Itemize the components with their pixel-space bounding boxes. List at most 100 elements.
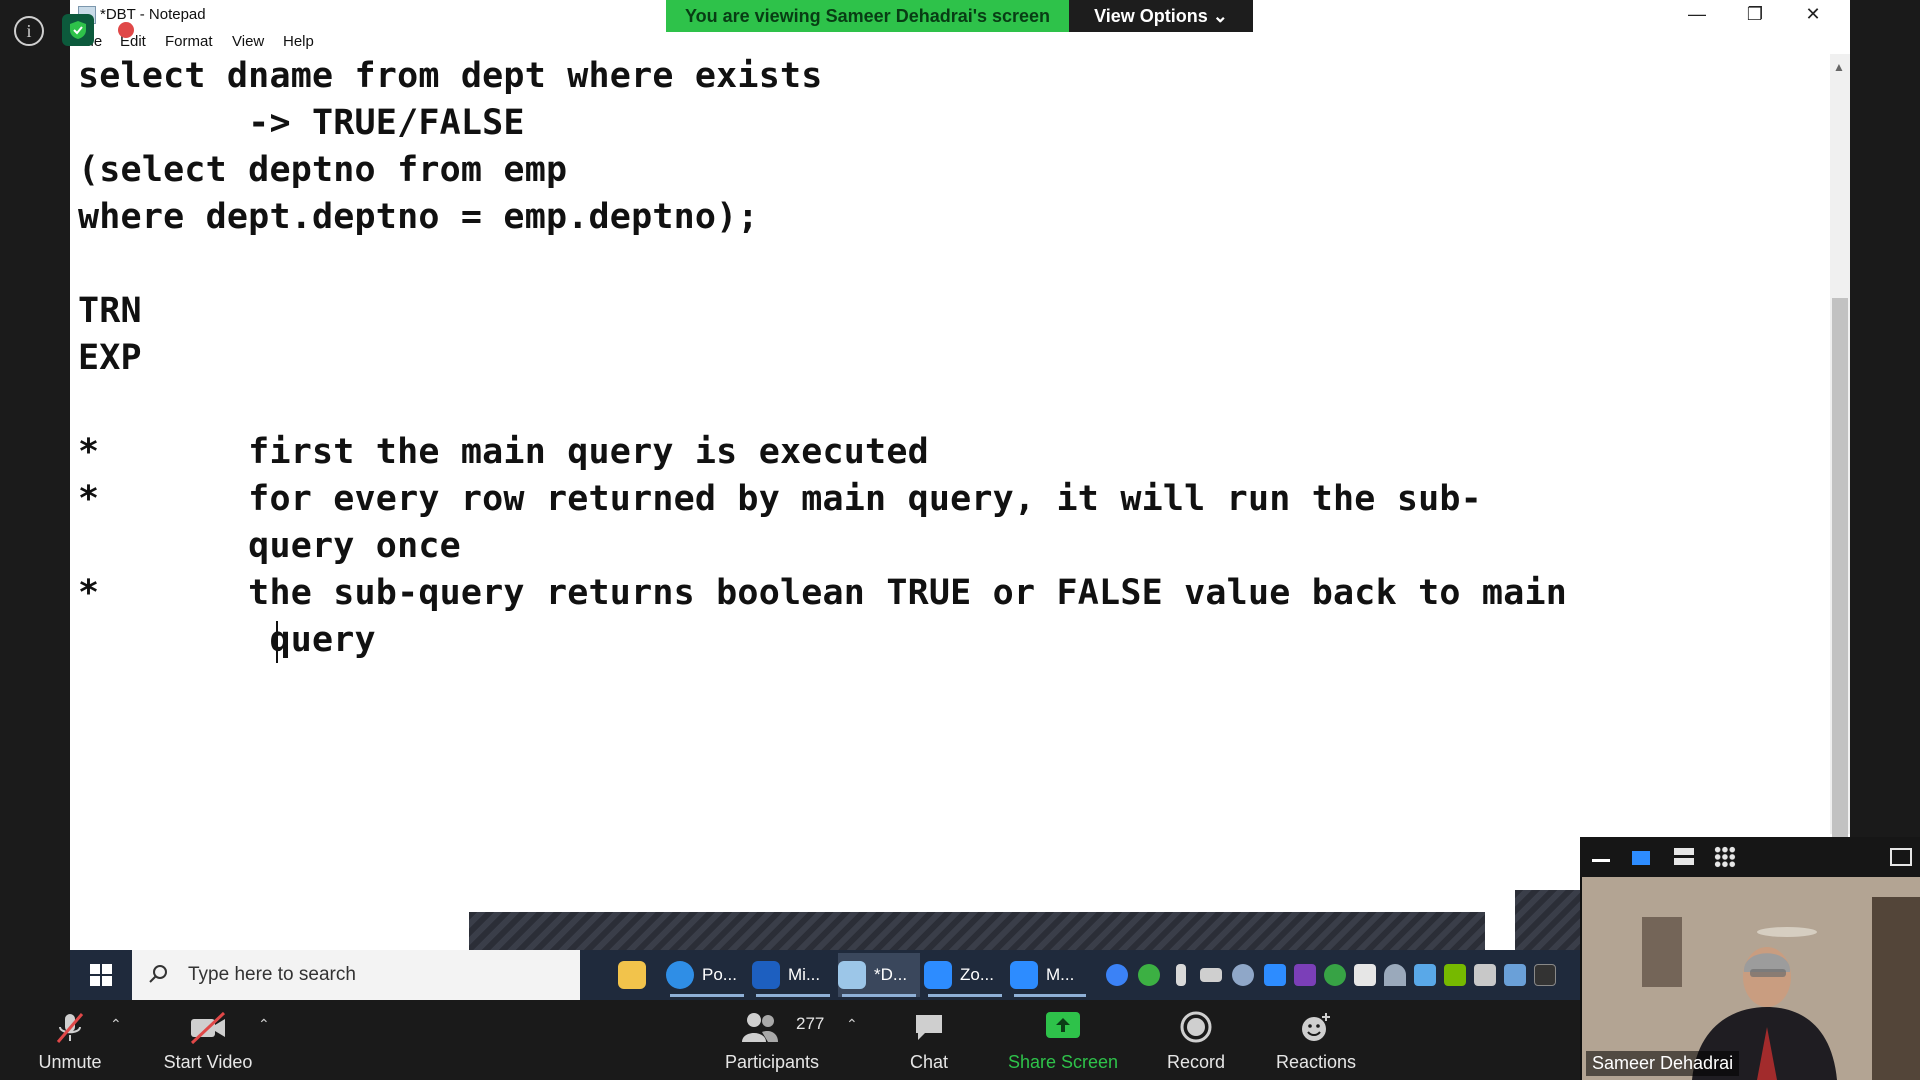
info-icon[interactable]: i bbox=[14, 16, 44, 46]
video-off-icon bbox=[190, 1011, 226, 1045]
app-tray-icon[interactable] bbox=[1534, 964, 1556, 986]
notepad-menubar: File Edit Format View Help bbox=[70, 30, 1850, 54]
notepad-text-area[interactable]: select dname from dept where exists -> T… bbox=[70, 54, 1836, 1000]
minimize-button[interactable]: — bbox=[1668, 0, 1726, 30]
chat-label: Chat bbox=[909, 1052, 949, 1072]
minimize-video-icon[interactable] bbox=[1592, 859, 1610, 862]
search-icon bbox=[149, 965, 167, 983]
wifi-icon[interactable] bbox=[1384, 964, 1406, 986]
reactions-label: Reactions bbox=[1275, 1052, 1357, 1072]
participants-button[interactable]: 277 Participants bbox=[712, 1000, 832, 1080]
view-options-button[interactable]: View Options ⌄ bbox=[1069, 0, 1253, 32]
display-icon[interactable] bbox=[1474, 964, 1496, 986]
video-thumbnail-panel: Sameer Dehadrai bbox=[1580, 837, 1920, 1080]
taskbar-app-label: M... bbox=[1046, 965, 1075, 984]
scroll-up-icon[interactable]: ▲ bbox=[1833, 60, 1845, 74]
text-line: select dname from dept where exists bbox=[78, 56, 823, 96]
text-line: query once bbox=[78, 526, 461, 566]
pen-icon[interactable] bbox=[1504, 964, 1526, 986]
onenote-icon[interactable] bbox=[1294, 964, 1316, 986]
audio-options-chevron-icon[interactable]: ⌃ bbox=[110, 1016, 122, 1033]
share-screen-label: Share Screen bbox=[1007, 1052, 1119, 1072]
text-line: where dept.deptno = emp.deptno); bbox=[78, 197, 759, 237]
taskbar-app-label: *D... bbox=[874, 965, 908, 984]
zoom-meeting-window: i *DBT - Notepad — ❐ ✕ File Edit Format … bbox=[0, 0, 1920, 1080]
share-screen-icon bbox=[1046, 1012, 1080, 1038]
text-line: * first the main query is executed bbox=[78, 432, 929, 472]
left-strip: i bbox=[0, 0, 70, 1000]
share-screen-button[interactable]: Share Screen bbox=[1003, 1000, 1123, 1080]
taskbar-app-button[interactable]: Po... bbox=[666, 953, 748, 997]
reactions-smiley-icon bbox=[1302, 1013, 1330, 1041]
screen-share-banner: You are viewing Sameer Dehadrai's screen bbox=[666, 0, 1069, 32]
participants-icon bbox=[742, 1013, 778, 1042]
exit-minimized-icon[interactable] bbox=[1890, 848, 1912, 866]
taskbar-app-button[interactable]: *D... bbox=[838, 953, 920, 997]
notepad-title: *DBT - Notepad bbox=[100, 6, 206, 23]
hidden-area-pattern bbox=[1515, 890, 1580, 950]
taskbar-app-button[interactable]: M... bbox=[1010, 953, 1090, 997]
taskbar-search-box[interactable]: Type here to search bbox=[132, 950, 580, 1000]
speaker-strip-view-icon[interactable] bbox=[1674, 848, 1694, 866]
menu-view[interactable]: View bbox=[232, 33, 264, 50]
taskbar-app-label: Po... bbox=[702, 965, 737, 984]
participants-count: 277 bbox=[796, 1014, 825, 1033]
menu-help[interactable]: Help bbox=[283, 33, 314, 50]
taskbar-app-button[interactable]: Mi... bbox=[752, 953, 834, 997]
text-line: TRN bbox=[78, 291, 142, 331]
recording-indicator-icon bbox=[118, 22, 134, 38]
help-icon[interactable] bbox=[1106, 964, 1128, 986]
participants-label: Participants bbox=[724, 1052, 820, 1072]
vertical-scrollbar[interactable]: ▲ bbox=[1830, 54, 1850, 838]
windows-start-button[interactable] bbox=[70, 950, 132, 1000]
chat-icon bbox=[916, 1015, 942, 1040]
restore-button[interactable]: ❐ bbox=[1726, 0, 1784, 30]
battery-icon[interactable] bbox=[1200, 968, 1222, 982]
start-video-button[interactable]: Start Video bbox=[148, 1000, 268, 1080]
sync-icon[interactable] bbox=[1324, 964, 1346, 986]
chat-button[interactable]: Chat bbox=[889, 1000, 969, 1080]
checkmark-icon[interactable] bbox=[1138, 964, 1160, 986]
text-line: query bbox=[78, 620, 376, 660]
windows-logo-icon bbox=[90, 964, 112, 986]
windows-taskbar: Type here to search Po... Mi... *D... Zo… bbox=[70, 950, 1580, 1000]
participant-video-frame bbox=[1582, 877, 1920, 1080]
notepad-icon bbox=[838, 961, 866, 989]
security-shield-icon[interactable] bbox=[62, 14, 94, 46]
participants-options-chevron-icon[interactable]: ⌃ bbox=[846, 1016, 858, 1033]
zoom-icon bbox=[924, 961, 952, 989]
video-panel-toolbar bbox=[1580, 837, 1920, 877]
folder-icon bbox=[618, 961, 646, 989]
video-options-chevron-icon[interactable]: ⌃ bbox=[258, 1016, 270, 1033]
hidden-area-pattern bbox=[469, 912, 1485, 950]
menu-format[interactable]: Format bbox=[165, 33, 213, 50]
reactions-button[interactable]: Reactions bbox=[1266, 1000, 1366, 1080]
taskbar-app-label: Mi... bbox=[788, 965, 821, 984]
nvidia-icon[interactable] bbox=[1444, 964, 1466, 986]
close-button[interactable]: ✕ bbox=[1784, 0, 1842, 30]
microphone-icon[interactable] bbox=[1176, 964, 1186, 986]
steam-icon[interactable] bbox=[1232, 964, 1254, 986]
participant-name-label: Sameer Dehadrai bbox=[1586, 1051, 1740, 1076]
participant-video[interactable]: Sameer Dehadrai bbox=[1582, 877, 1920, 1080]
text-line: * the sub-query returns boolean TRUE or … bbox=[78, 573, 1568, 613]
scrollbar-thumb[interactable] bbox=[1832, 298, 1848, 838]
shield-tray-icon[interactable] bbox=[1354, 964, 1376, 986]
active-speaker-view-icon[interactable] bbox=[1632, 851, 1650, 865]
taskbar-app-button[interactable]: Zo... bbox=[924, 953, 1006, 997]
gallery-view-icon[interactable] bbox=[1714, 846, 1736, 868]
text-cursor bbox=[276, 621, 278, 663]
snowflake-icon[interactable] bbox=[1414, 964, 1436, 986]
text-line: (select deptno from emp bbox=[78, 150, 568, 190]
file-explorer-button[interactable] bbox=[618, 953, 658, 997]
text-line: * for every row returned by main query, … bbox=[78, 479, 1482, 519]
unmute-button[interactable]: Unmute bbox=[20, 1000, 120, 1080]
zoom-meeting-icon bbox=[1010, 961, 1038, 989]
start-video-label: Start Video bbox=[163, 1052, 253, 1072]
whiteboard-icon bbox=[752, 961, 780, 989]
text-line: -> TRUE/FALSE bbox=[78, 103, 525, 143]
record-button[interactable]: Record bbox=[1156, 1000, 1236, 1080]
record-icon bbox=[1180, 1011, 1212, 1043]
text-line: EXP bbox=[78, 338, 142, 378]
zoom-tray-icon[interactable] bbox=[1264, 964, 1286, 986]
